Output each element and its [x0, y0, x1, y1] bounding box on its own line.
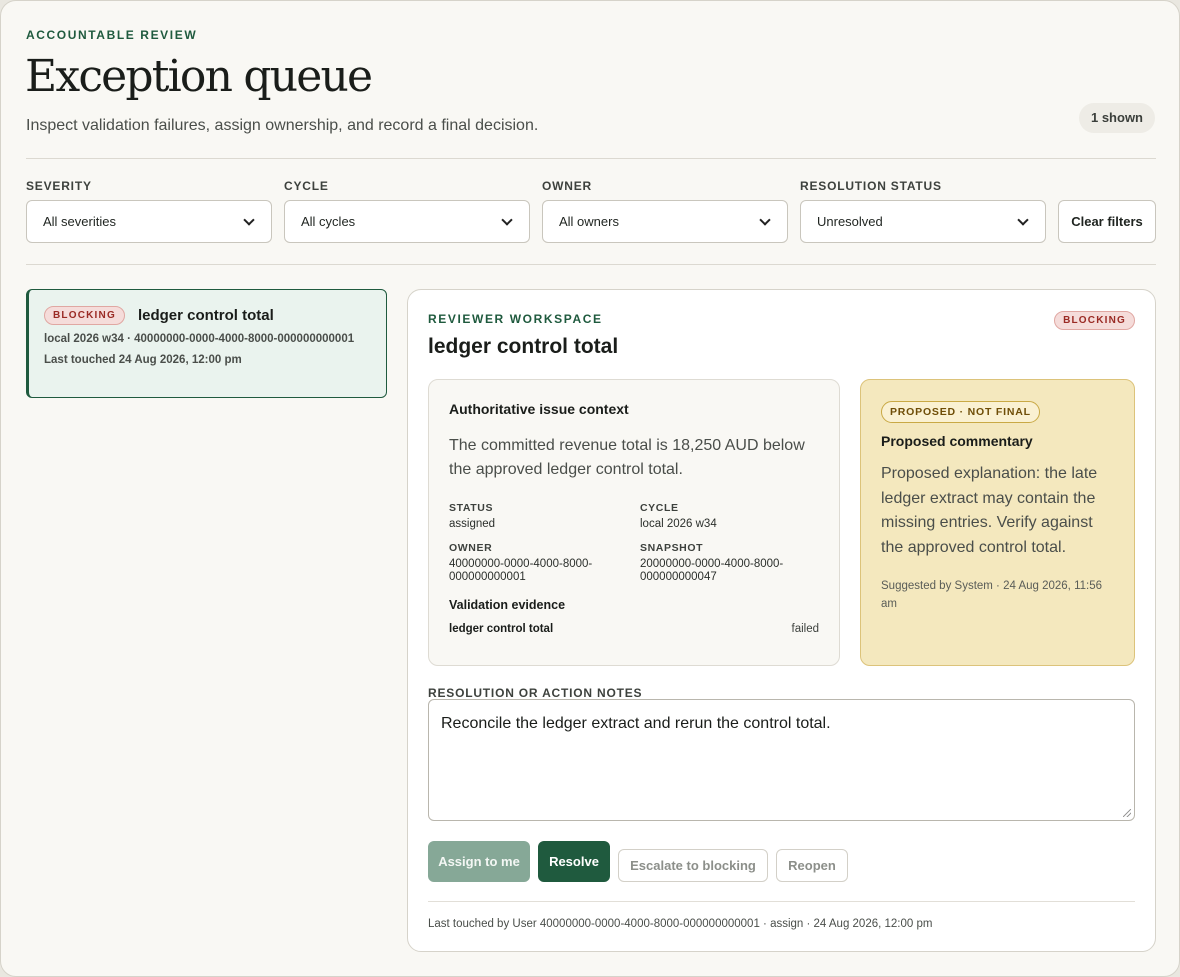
evidence-name: ledger control total [449, 623, 554, 635]
proposed-commentary-card: PROPOSED · NOT FINAL Proposed commentary… [860, 379, 1135, 666]
notes-value: Reconcile the ledger extract and rerun t… [441, 715, 831, 732]
proposal-meta: Suggested by System · 24 Aug 2026, 11:56… [881, 580, 1102, 610]
fact-label: CYCLE [640, 502, 679, 514]
evidence-result: failed [791, 623, 820, 635]
chevron-down-icon [243, 213, 255, 226]
fact-label: SNAPSHOT [640, 542, 704, 554]
chevron-down-icon [501, 213, 513, 226]
clear-filters-button[interactable]: Clear filters [1058, 200, 1156, 243]
owner-filter: OWNER All owners [542, 179, 788, 243]
cycle-select[interactable]: All cycles [284, 200, 530, 243]
header-divider [26, 158, 1156, 159]
fact-value: local 2026 w34 [640, 518, 717, 530]
status-select[interactable]: Unresolved [800, 200, 1046, 243]
owner-filter-label: OWNER [542, 179, 592, 193]
fact-owner: OWNER 40000000-0000-4000-8000-0000000000… [449, 542, 640, 584]
cycle-filter: CYCLE All cycles [284, 179, 530, 243]
assign-to-me-button[interactable]: Assign to me [428, 841, 530, 882]
status-select-value: Unresolved [817, 214, 883, 229]
severity-badge: BLOCKING [1054, 311, 1135, 330]
page-eyebrow: ACCOUNTABLE REVIEW [26, 28, 198, 42]
filters-divider [26, 264, 1156, 265]
workspace-title: ledger control total [428, 335, 619, 358]
fact-snapshot: SNAPSHOT 20000000-0000-4000-8000-0000000… [640, 542, 831, 584]
notes-label: RESOLUTION OR ACTION NOTES [428, 686, 643, 700]
status-filter-label: RESOLUTION STATUS [800, 179, 942, 193]
fact-label: OWNER [449, 542, 493, 554]
queue-item[interactable]: BLOCKING ledger control total local 2026… [26, 289, 387, 398]
severity-filter: SEVERITY All severities [26, 179, 272, 243]
queue-item-title: ledger control total [137, 307, 274, 324]
queue-item-touched: Last touched 24 Aug 2026, 12:00 pm [44, 354, 242, 366]
proposal-body: Proposed explanation: the late ledger ex… [881, 465, 1098, 556]
resize-handle-icon[interactable] [1123, 809, 1131, 817]
workspace-divider [428, 901, 1135, 902]
proposed-badge: PROPOSED · NOT FINAL [881, 401, 1040, 423]
fact-value: 20000000-0000-4000-8000-000000000047 [640, 558, 784, 583]
fact-value: assigned [449, 518, 496, 530]
fact-cycle: CYCLE local 2026 w34 [640, 502, 831, 531]
severity-select[interactable]: All severities [26, 200, 272, 243]
chevron-down-icon [1017, 213, 1029, 226]
context-body: The committed revenue total is 18,250 AU… [449, 437, 805, 478]
owner-select-value: All owners [559, 214, 619, 229]
issue-context-card: Authoritative issue context The committe… [428, 379, 840, 666]
exception-queue-page: ACCOUNTABLE REVIEW Exception queue Inspe… [0, 0, 1180, 977]
fact-status: STATUS assigned [449, 502, 640, 531]
workspace-eyebrow: REVIEWER WORKSPACE [428, 312, 603, 326]
status-filter: RESOLUTION STATUS Unresolved [800, 179, 1046, 243]
reviewer-workspace: REVIEWER WORKSPACE ledger control total … [407, 289, 1156, 952]
audit-footer: Last touched by User 40000000-0000-4000-… [428, 918, 933, 930]
resolve-button[interactable]: Resolve [538, 841, 610, 882]
fact-value: 40000000-0000-4000-8000-000000000001 [449, 558, 593, 583]
proposal-heading: Proposed commentary [881, 433, 1033, 449]
result-count-badge: 1 shown [1078, 103, 1155, 133]
chevron-down-icon [759, 213, 771, 226]
context-heading: Authoritative issue context [449, 401, 629, 417]
severity-badge: BLOCKING [44, 306, 125, 325]
severity-select-value: All severities [43, 214, 116, 229]
cycle-select-value: All cycles [301, 214, 356, 229]
page-title: Exception queue [25, 51, 373, 102]
context-facts: STATUS assigned CYCLE local 2026 w34 OWN… [449, 502, 819, 584]
owner-select[interactable]: All owners [542, 200, 788, 243]
page-subtitle: Inspect validation failures, assign owne… [26, 117, 539, 134]
resolution-notes-textarea[interactable]: Reconcile the ledger extract and rerun t… [428, 699, 1135, 821]
cycle-filter-label: CYCLE [284, 179, 329, 193]
evidence-row: ledger control total failed [449, 623, 819, 635]
severity-filter-label: SEVERITY [26, 179, 92, 193]
fact-label: STATUS [449, 502, 494, 514]
escalate-button[interactable]: Escalate to blocking [618, 849, 768, 882]
queue-item-meta: local 2026 w34 · 40000000-0000-4000-8000… [44, 333, 355, 345]
evidence-heading: Validation evidence [449, 598, 566, 612]
reopen-button[interactable]: Reopen [776, 849, 848, 882]
